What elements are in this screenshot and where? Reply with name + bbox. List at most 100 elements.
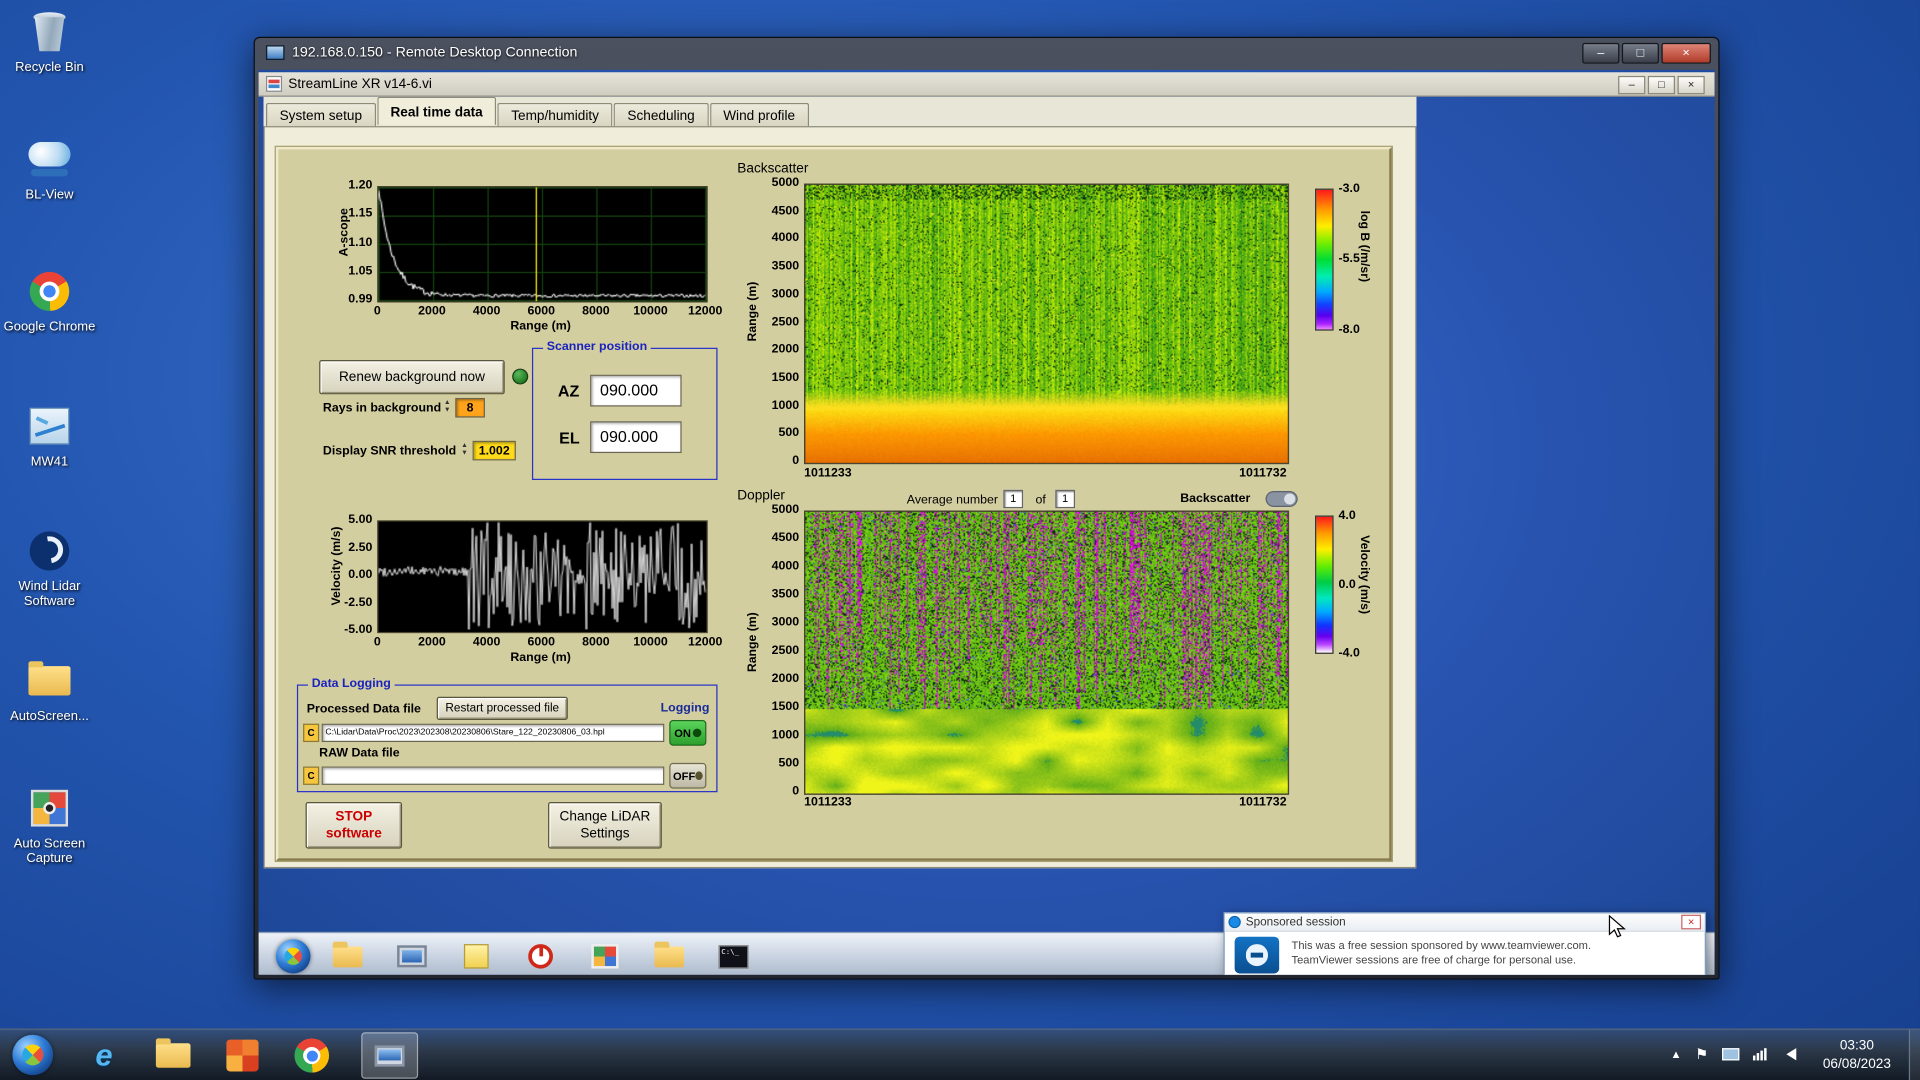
average-number-input[interactable]: 1 — [1003, 490, 1023, 508]
of-label: of — [1035, 493, 1045, 506]
desktop-icon-google-chrome[interactable]: Google Chrome — [2, 267, 96, 334]
tab-real-time-data[interactable]: Real time data — [377, 97, 496, 125]
stop-software-button[interactable]: STOP software — [306, 802, 402, 849]
raw-path-field[interactable] — [322, 767, 665, 785]
spinner-icon[interactable]: ▲▼ — [459, 442, 470, 457]
tick-label: 1500 — [747, 700, 799, 713]
drive-letter-icon[interactable]: C — [303, 724, 319, 742]
rdp-minimize-button[interactable]: – — [1582, 43, 1619, 64]
remote-taskbar-folder-icon[interactable] — [652, 939, 687, 973]
internet-explorer-icon[interactable]: e — [84, 1036, 124, 1075]
processed-path-field[interactable]: C:\Lidar\Data\Proc\2023\202308\20230806\… — [322, 724, 665, 742]
desktop-icon-bl-view[interactable]: BL-View — [2, 135, 96, 202]
folder-icon — [2, 656, 96, 705]
app-minimize-button[interactable]: – — [1618, 76, 1645, 94]
tick-label: 8000 — [566, 636, 625, 649]
raw-logging-toggle-off[interactable]: OFF — [669, 763, 706, 789]
rdp-window-title: 192.168.0.150 - Remote Desktop Connectio… — [292, 45, 578, 60]
remote-taskbar-screen-capture-icon[interactable] — [588, 939, 623, 973]
start-orb[interactable] — [12, 1035, 53, 1075]
tab-scheduling[interactable]: Scheduling — [614, 103, 709, 129]
volume-icon[interactable] — [1780, 1048, 1796, 1060]
remote-taskbar-power-icon[interactable] — [523, 939, 558, 973]
desktop-icon-label: MW41 — [2, 454, 96, 469]
tick-label: 4000 — [747, 232, 799, 245]
spinner-icon[interactable]: ▲▼ — [442, 399, 453, 414]
cloud-app-icon — [2, 135, 96, 184]
tick-label: 4000 — [747, 560, 799, 573]
change-lidar-settings-button[interactable]: Change LiDAR Settings — [548, 802, 662, 849]
rays-in-background-value[interactable]: 8 — [455, 398, 485, 418]
rdp-window-icon — [266, 45, 285, 60]
average-count-value: 1 — [1055, 490, 1075, 508]
tick-label: 3500 — [747, 260, 799, 273]
colorbar-tick: 0.0 — [1339, 578, 1356, 591]
tick-label: 2000 — [402, 636, 461, 649]
desktop-icon-mw41[interactable]: MW41 — [2, 402, 96, 469]
change-line1: Change LiDAR — [560, 809, 651, 824]
app-close-button[interactable]: × — [1678, 76, 1705, 94]
desktop-icon-recycle-bin[interactable]: Recycle Bin — [2, 7, 96, 74]
popup-titlebar[interactable]: Sponsored session × — [1225, 913, 1705, 931]
rdp-maximize-button[interactable]: □ — [1622, 43, 1659, 64]
show-desktop-button[interactable] — [1909, 1030, 1920, 1080]
desktop-icon-wind-lidar[interactable]: Wind Lidar Software — [2, 527, 96, 609]
app-titlebar[interactable]: StreamLine XR v14-6.vi – □ × — [259, 72, 1715, 96]
tab-wind-profile[interactable]: Wind profile — [710, 103, 809, 129]
rdp-titlebar[interactable]: 192.168.0.150 - Remote Desktop Connectio… — [255, 38, 1718, 70]
stop-line1: STOP — [335, 809, 372, 824]
display-icon[interactable] — [1722, 1048, 1739, 1060]
el-input[interactable]: 090.000 — [590, 421, 682, 453]
tick-label: 1.20 — [320, 179, 372, 192]
off-label: OFF — [673, 770, 695, 782]
tab-temp-humidity[interactable]: Temp/humidity — [498, 103, 613, 129]
popup-close-button[interactable]: × — [1681, 915, 1701, 930]
drive-letter-icon[interactable]: C — [303, 767, 319, 785]
logging-label: Logging — [661, 702, 710, 715]
ascope-x-axis-label: Range (m) — [497, 320, 584, 333]
tick-label: 2500 — [747, 315, 799, 328]
backscatter-toggle[interactable] — [1266, 491, 1298, 507]
desktop-icon-autoscreen-folder[interactable]: AutoScreen... — [2, 656, 96, 723]
desktop-icon-label: BL-View — [2, 187, 96, 202]
tick-label: 1000 — [747, 399, 799, 412]
rays-in-background-label: Rays in background — [323, 402, 441, 415]
app-tiles-icon[interactable] — [223, 1036, 263, 1075]
app-maximize-button[interactable]: □ — [1648, 76, 1675, 94]
rdp-close-button[interactable]: × — [1661, 43, 1710, 64]
backscatter-colorbar — [1315, 189, 1334, 331]
explorer-folder-icon[interactable] — [153, 1036, 193, 1075]
remote-desktop-taskbar-button[interactable] — [361, 1032, 418, 1079]
network-icon[interactable] — [1753, 1048, 1767, 1060]
ascope-graph[interactable] — [377, 186, 707, 302]
desktop-icon-auto-screen-capture[interactable]: Auto Screen Capture — [2, 784, 96, 866]
restart-processed-file-button[interactable]: Restart processed file — [437, 697, 568, 720]
action-center-flag-icon[interactable]: ⚑ — [1695, 1046, 1708, 1063]
remote-taskbar-app-window-icon[interactable] — [395, 939, 430, 973]
doppler-heatmap — [804, 511, 1289, 795]
tick-label: 3000 — [747, 616, 799, 629]
tick-label: 6000 — [512, 636, 571, 649]
taskbar-clock[interactable]: 03:30 06/08/2023 — [1804, 1037, 1910, 1074]
remote-start-orb[interactable] — [276, 939, 311, 973]
screen-capture-icon — [2, 784, 96, 833]
processed-logging-toggle-on[interactable]: ON — [669, 720, 706, 746]
stop-line2: software — [326, 827, 382, 842]
backscatter-toggle-label: Backscatter — [1180, 492, 1250, 505]
doppler-colorbar-label: Velocity (m/s) — [1357, 535, 1371, 614]
tray-expand-arrow-icon[interactable]: ▲ — [1670, 1048, 1681, 1060]
doppler-x-end: 1011732 — [1200, 796, 1287, 809]
az-input[interactable]: 090.000 — [590, 375, 682, 407]
remote-taskbar-notes-icon[interactable] — [459, 939, 494, 973]
tick-label: 10000 — [621, 636, 680, 649]
tick-label: 10000 — [621, 305, 680, 318]
tab-system-setup[interactable]: System setup — [266, 103, 376, 129]
chrome-icon[interactable] — [292, 1036, 332, 1075]
snr-threshold-value[interactable]: 1.002 — [473, 441, 516, 461]
remote-desktop-icon — [375, 1045, 405, 1066]
remote-taskbar-folder-icon[interactable] — [330, 939, 365, 973]
remote-taskbar-command-prompt-icon[interactable]: C:\_ — [716, 939, 751, 973]
backscatter-x-end: 1011732 — [1200, 467, 1287, 480]
renew-background-button[interactable]: Renew background now — [319, 360, 505, 394]
tab-control: System setupReal time dataTemp/humidityS… — [264, 97, 1417, 868]
